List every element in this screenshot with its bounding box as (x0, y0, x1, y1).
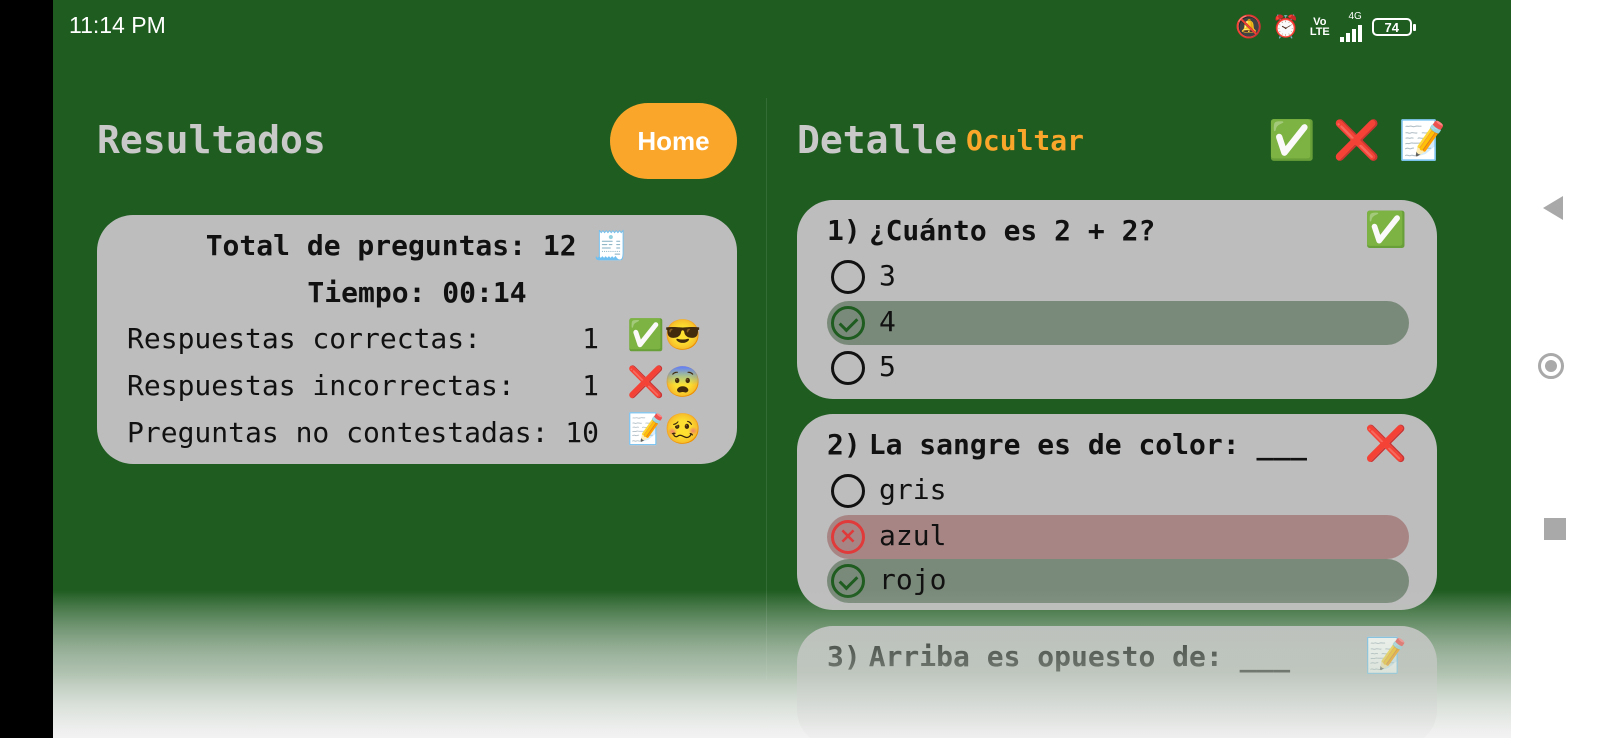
answer-option-label: 5 (879, 350, 896, 383)
check-circle-icon (831, 564, 865, 598)
back-triangle-icon[interactable] (1543, 196, 1563, 220)
question-number: 3) (827, 640, 861, 673)
x-circle-icon: × (831, 520, 865, 554)
status-icons: 🔕 ⏰ Vo LTE 4G 74 (1235, 12, 1416, 42)
answer-filters: ✅ ❌ 📝 (1268, 118, 1446, 163)
answer-option-correct: 4 (827, 301, 1409, 345)
signal-icon: 4G (1339, 12, 1362, 42)
question-status-icon: 📝 (1364, 636, 1407, 676)
home-circle-icon[interactable] (1538, 353, 1564, 379)
unanswered-value: 10 (565, 416, 599, 449)
question-status-icon: ❌ (1364, 424, 1407, 464)
question-text: ¿Cuánto es 2 + 2? (868, 214, 1156, 247)
incorrect-answers-emoji: ❌😨 (627, 365, 702, 400)
correct-answers-emoji: ✅😎 (627, 318, 702, 353)
question-number: 2) (827, 428, 861, 461)
question-card: 2) La sangre es de color: ___ ❌ gris × az… (797, 414, 1437, 610)
recents-square-icon[interactable] (1544, 518, 1566, 540)
question-text: La sangre es de color: ___ (868, 428, 1308, 461)
home-button[interactable]: Home (610, 103, 737, 179)
answer-option: 5 (827, 346, 1409, 390)
elapsed-time: Tiempo: 00:14 (307, 276, 527, 309)
radio-unselected-icon (831, 351, 865, 385)
filter-incorrect-icon[interactable]: ❌ (1333, 118, 1380, 163)
question-number: 1) (827, 214, 861, 247)
total-questions: Total de preguntas: 12 🧾 (205, 229, 629, 262)
unanswered-emoji: 📝🥴 (627, 412, 702, 447)
question-text: Arriba es opuesto de: ___ (868, 640, 1291, 673)
check-circle-icon (831, 306, 865, 340)
detail-title: Detalle (797, 118, 958, 162)
filter-correct-icon[interactable]: ✅ (1268, 118, 1315, 163)
vibrate-off-icon: 🔕 (1235, 14, 1263, 39)
answer-option: gris (827, 469, 1409, 513)
unanswered-label: Preguntas no contestadas: (127, 416, 549, 449)
answer-option-label: azul (879, 519, 947, 552)
alarm-icon: ⏰ (1272, 14, 1300, 39)
answer-option-label: gris (879, 473, 947, 506)
answer-option-label: 4 (879, 305, 896, 338)
incorrect-answers-value: 1 (582, 369, 599, 402)
results-summary-card: Total de preguntas: 12 🧾 Tiempo: 00:14 R… (97, 215, 737, 464)
answer-option-label: rojo (879, 563, 947, 596)
question-card: 3) Arriba es opuesto de: ___ 📝 (797, 626, 1437, 738)
question-card: 1) ¿Cuánto es 2 + 2? ✅ 3 4 5 (797, 200, 1437, 399)
question-status-icon: ✅ (1364, 210, 1407, 250)
radio-unselected-icon (831, 474, 865, 508)
results-title: Resultados (97, 118, 326, 162)
correct-answers-value: 1 (582, 322, 599, 355)
pane-divider (766, 98, 767, 680)
volte-icon: Vo LTE (1309, 16, 1330, 38)
correct-answers-label: Respuestas correctas: (127, 322, 482, 355)
incorrect-answers-label: Respuestas incorrectas: (127, 369, 515, 402)
answer-option-correct: rojo (827, 559, 1409, 603)
filter-unanswered-icon[interactable]: 📝 (1399, 118, 1446, 163)
hide-details-toggle[interactable]: Ocultar (966, 124, 1084, 157)
answer-option-wrong: × azul (827, 515, 1409, 559)
battery-icon: 74 (1371, 18, 1416, 36)
radio-unselected-icon (831, 260, 865, 294)
app-screen: 11:14 PM 🔕 ⏰ Vo LTE 4G 74 Resultados Hom… (53, 0, 1511, 738)
status-time: 11:14 PM (69, 12, 166, 38)
answer-option-label: 3 (879, 259, 896, 292)
answer-option: 3 (827, 255, 1409, 299)
